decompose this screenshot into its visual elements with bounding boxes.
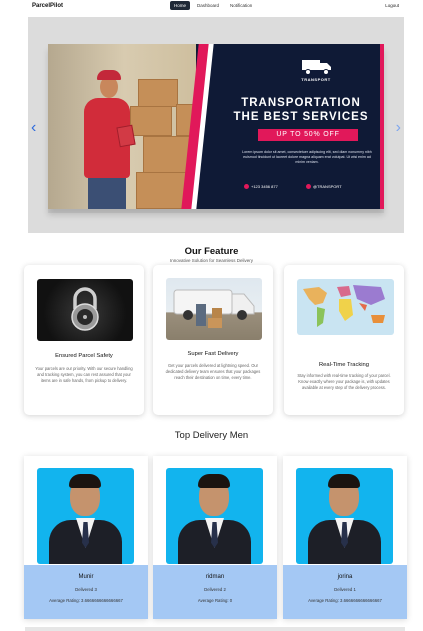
next-section-edge xyxy=(25,627,405,631)
delivery-man-card: jorina Delivered 1 Average Rating: 3.666… xyxy=(283,456,407,619)
van-icon xyxy=(173,289,255,328)
nav-dashboard[interactable]: Dashboard xyxy=(193,1,223,10)
delivery-man-name: jorina xyxy=(337,574,353,580)
world-map-icon xyxy=(303,285,385,327)
ad-body-text: Lorem ipsum dolor sit amet, consectetuer… xyxy=(242,150,372,164)
courier-legs xyxy=(88,174,126,209)
brand-logo[interactable]: ParcelPilot xyxy=(32,3,63,9)
hero-carousel: TRANSPORT TRANSPORTATION THE BEST SERVIC… xyxy=(28,17,404,233)
parcel-box xyxy=(130,106,172,136)
chevron-right-icon[interactable]: › xyxy=(396,119,401,137)
delivery-count: Delivered 2 xyxy=(204,587,226,592)
average-rating: Average Rating: 3.6666666666666667 xyxy=(308,598,382,603)
avatar-hair xyxy=(328,474,360,488)
ad-stripe xyxy=(380,44,384,209)
delivery-man-card: ridman Delivered 2 Average Rating: 0 xyxy=(153,456,277,619)
features-title: Our Feature xyxy=(184,246,239,257)
delivery-man-name: ridman xyxy=(205,574,225,580)
padlock-image xyxy=(37,279,133,341)
nav-links: Home Dashboard Notification xyxy=(170,1,256,10)
feature-card-title: Ensured Parcel Safety xyxy=(55,353,113,359)
avatar xyxy=(296,468,393,564)
delivery-man-info: Munir Delivered 3 Average Rating: 3.6666… xyxy=(24,565,148,619)
courier-cap xyxy=(97,70,121,80)
delivery-count: Delivered 1 xyxy=(334,587,356,592)
phone-icon xyxy=(244,184,249,190)
ad-offer-badge: UP TO 50% OFF xyxy=(258,129,358,141)
avatar-hair xyxy=(198,474,230,488)
delivery-man-card: Munir Delivered 3 Average Rating: 3.6666… xyxy=(24,456,148,619)
padlock-icon xyxy=(71,287,99,331)
nav-home[interactable]: Home xyxy=(170,1,191,10)
ad-social-handle: @TRANSPORT xyxy=(313,184,342,189)
clipboard xyxy=(116,124,136,148)
ad-phone: +123 3456 877 xyxy=(244,184,278,190)
delivery-count: Delivered 3 xyxy=(75,587,97,592)
ad-title-line1: TRANSPORTATION xyxy=(241,97,361,109)
nav-notification[interactable]: Notification xyxy=(226,1,256,10)
delivery-man-info: ridman Delivered 2 Average Rating: 0 xyxy=(153,565,277,619)
feature-card-safety: Ensured Parcel Safety Your parcels are o… xyxy=(24,265,144,415)
feature-card-delivery: Super Fast Delivery Get your parcels del… xyxy=(153,265,273,415)
ad-brand: TRANSPORT xyxy=(301,77,331,82)
feature-card-title: Real-Time Tracking xyxy=(318,362,370,368)
ad-banner xyxy=(196,44,384,209)
avatar-hair xyxy=(69,474,101,488)
feature-card-text: Your parcels are our priority. With our … xyxy=(35,366,133,383)
delivery-man-name: Munir xyxy=(78,574,94,580)
feature-card-title: Super Fast Delivery xyxy=(187,351,239,357)
truck-icon xyxy=(302,60,331,75)
ad-phone-number: +123 3456 877 xyxy=(251,184,278,189)
delivery-van-image xyxy=(166,278,262,340)
delivery-men-title: Top Delivery Men xyxy=(174,430,249,441)
delivery-man-info: jorina Delivered 1 Average Rating: 3.666… xyxy=(283,565,407,619)
average-rating: Average Rating: 3.6666666666666667 xyxy=(49,598,123,603)
average-rating: Average Rating: 0 xyxy=(197,598,233,603)
parcel-box xyxy=(138,79,178,107)
feature-card-text: Get your parcels delivered at lightning … xyxy=(165,363,261,380)
logout-button[interactable]: Logout xyxy=(385,3,399,8)
social-icon xyxy=(306,184,311,190)
avatar xyxy=(37,468,134,564)
features-subtitle: Innovative Solution for Seamless Deliver… xyxy=(169,258,254,263)
ad-title-line2: THE BEST SERVICES xyxy=(233,111,369,123)
feature-card-tracking: Real-Time Tracking Stay informed with re… xyxy=(284,265,404,415)
navbar: ParcelPilot Home Dashboard Notification … xyxy=(0,0,423,13)
chevron-left-icon[interactable]: ‹ xyxy=(31,119,36,137)
feature-card-text: Stay informed with real-time tracking of… xyxy=(297,373,391,390)
avatar xyxy=(166,468,263,564)
ad-social: @TRANSPORT xyxy=(306,184,342,190)
world-map-image xyxy=(297,279,394,335)
hero-slide: TRANSPORT TRANSPORTATION THE BEST SERVIC… xyxy=(48,44,384,209)
